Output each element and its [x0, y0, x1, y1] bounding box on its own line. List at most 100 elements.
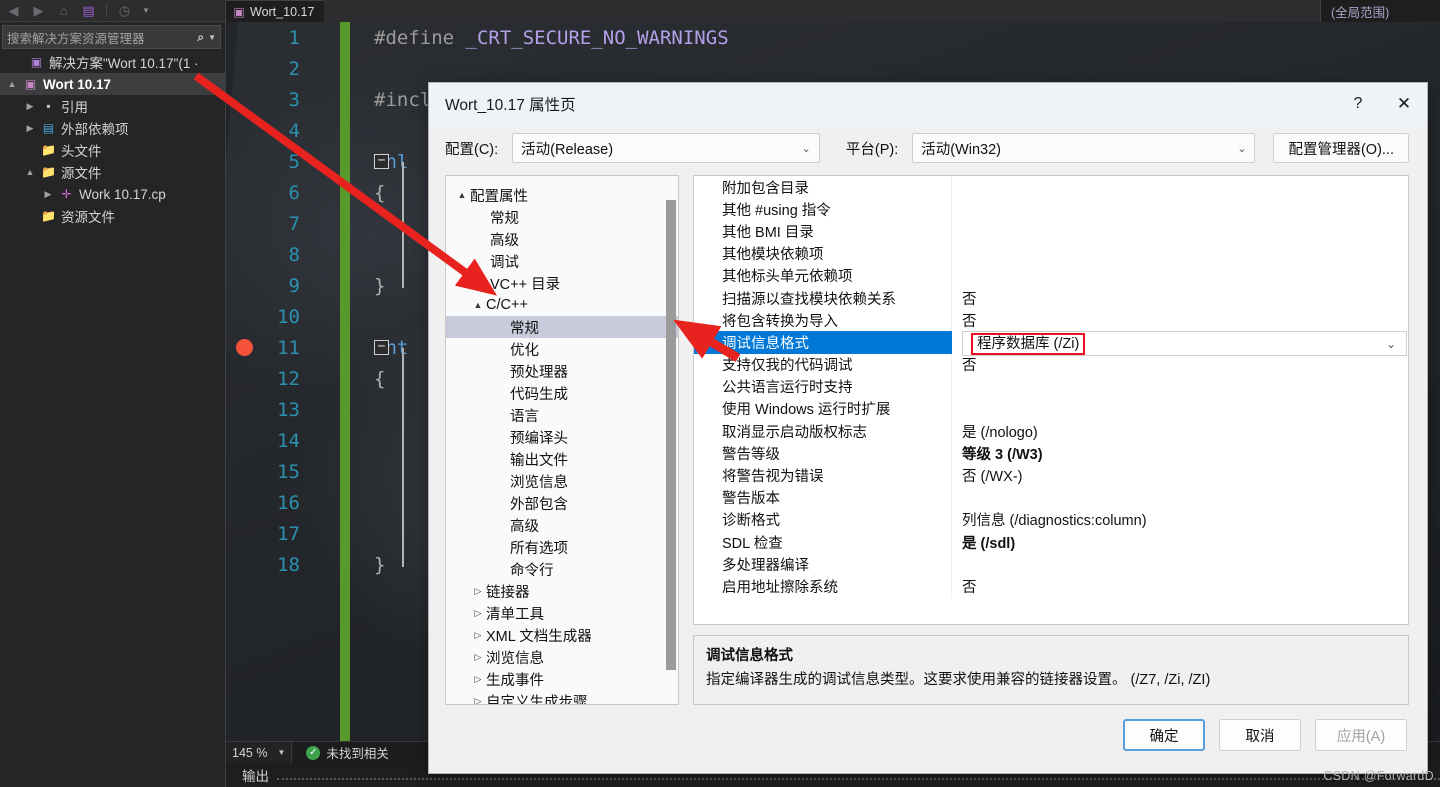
property-row[interactable]: 扫描源以查找模块依赖关系否: [694, 286, 1408, 310]
property-category-item[interactable]: 命令行: [446, 558, 678, 580]
property-row[interactable]: 公共语言运行时支持: [694, 375, 1408, 398]
property-category-item[interactable]: 高级: [446, 228, 678, 250]
property-category-item[interactable]: ▷ 浏览信息: [446, 646, 678, 668]
solution-tree-item[interactable]: ▶ ▤ 外部依赖项: [0, 117, 225, 139]
chevron-down-icon[interactable]: ▼: [142, 6, 150, 15]
zoom-level-dropdown[interactable]: 145 % ▼: [226, 741, 293, 764]
property-value[interactable]: 是 (/nologo): [952, 420, 1408, 442]
property-category-item[interactable]: 浏览信息: [446, 470, 678, 492]
property-category-item[interactable]: ▷ 清单工具: [446, 602, 678, 624]
help-button[interactable]: ?: [1335, 83, 1381, 125]
twisty-icon[interactable]: ▷: [470, 608, 486, 619]
property-value[interactable]: [952, 220, 1408, 242]
property-category-item[interactable]: ▷ 生成事件: [446, 668, 678, 690]
twisty-icon[interactable]: ▷: [470, 586, 486, 597]
property-row[interactable]: 其他 BMI 目录: [694, 220, 1408, 243]
platform-dropdown[interactable]: 活动(Win32) ⌄: [912, 133, 1256, 163]
property-value[interactable]: [952, 553, 1408, 575]
twisty-icon[interactable]: ▲: [454, 190, 470, 200]
property-category-item[interactable]: 优化: [446, 338, 678, 360]
home-icon[interactable]: ⌂: [56, 3, 71, 18]
property-row[interactable]: SDL 检查是 (/sdl): [694, 531, 1408, 554]
property-category-item[interactable]: 常规: [446, 206, 678, 228]
property-row[interactable]: 附加包含目录: [694, 176, 1408, 199]
property-row[interactable]: 取消显示启动版权标志是 (/nologo): [694, 420, 1408, 443]
property-row[interactable]: 将包含转换为导入否: [694, 309, 1408, 332]
property-row[interactable]: 支持仅我的代码调试否: [694, 353, 1408, 376]
property-value[interactable]: [952, 376, 1408, 398]
solution-tree-item[interactable]: ▲ ▣ Wort 10.17: [0, 73, 225, 95]
property-category-item[interactable]: 输出文件: [446, 448, 678, 470]
configuration-manager-button[interactable]: 配置管理器(O)...: [1273, 133, 1409, 163]
twisty-icon[interactable]: ▷: [470, 652, 486, 663]
property-category-item[interactable]: 调试: [446, 250, 678, 272]
twisty-icon[interactable]: ▶: [24, 101, 36, 112]
property-category-item[interactable]: ▷ 自定义生成步骤: [446, 690, 678, 705]
property-row[interactable]: 多处理器编译: [694, 553, 1408, 576]
history-icon[interactable]: ◷: [117, 3, 132, 18]
property-value[interactable]: [952, 198, 1408, 220]
property-value[interactable]: [952, 487, 1408, 509]
twisty-icon[interactable]: ▷: [470, 674, 486, 685]
close-button[interactable]: ✕: [1381, 83, 1427, 125]
solution-tree-item[interactable]: 📁 资源文件: [0, 205, 225, 227]
property-value[interactable]: 否 (/WX-): [952, 464, 1408, 486]
property-row[interactable]: 启用地址擦除系统否: [694, 575, 1408, 598]
property-value[interactable]: 否: [952, 575, 1408, 597]
scope-dropdown[interactable]: (全局范围): [1320, 0, 1440, 22]
property-row[interactable]: 警告版本: [694, 486, 1408, 509]
property-value-editor[interactable]: 程序数据库 (/Zi) ⌄: [962, 331, 1407, 357]
chevron-down-icon[interactable]: ▼: [208, 33, 216, 42]
fold-toggle-icon[interactable]: −: [374, 340, 389, 355]
twisty-icon[interactable]: ▲: [24, 167, 36, 177]
property-category-item[interactable]: ▲ C/C++: [446, 294, 678, 316]
solution-tree-item[interactable]: ▲ 📁 源文件: [0, 161, 225, 183]
twisty-icon[interactable]: ▲: [470, 300, 486, 310]
twisty-icon[interactable]: ▷: [470, 696, 486, 705]
code-line[interactable]: 1 #define _CRT_SECURE_NO_WARNINGS: [226, 22, 1440, 53]
property-row[interactable]: 警告等级 等级 3 (/W3): [694, 442, 1408, 465]
property-value[interactable]: 否: [952, 287, 1408, 309]
property-value[interactable]: [952, 398, 1408, 420]
property-category-item[interactable]: ▷ XML 文档生成器: [446, 624, 678, 646]
cancel-button[interactable]: 取消: [1219, 719, 1301, 751]
property-category-item[interactable]: 常规: [446, 316, 678, 338]
twisty-icon[interactable]: ▷: [470, 630, 486, 641]
back-icon[interactable]: ◀: [6, 3, 21, 18]
property-value[interactable]: [952, 265, 1408, 287]
ok-button[interactable]: 确定: [1123, 719, 1205, 751]
property-value[interactable]: 否: [952, 354, 1408, 376]
chevron-down-icon[interactable]: ⌄: [1386, 337, 1396, 351]
property-value[interactable]: 是 (/sdl): [952, 531, 1408, 553]
property-row[interactable]: 使用 Windows 运行时扩展: [694, 397, 1408, 421]
apply-button[interactable]: 应用(A): [1315, 719, 1407, 751]
fold-toggle-icon[interactable]: −: [374, 154, 389, 169]
property-value[interactable]: [952, 176, 1408, 198]
property-value[interactable]: 列信息 (/diagnostics:column): [952, 509, 1408, 531]
property-value[interactable]: 等级 3 (/W3): [952, 442, 1408, 464]
editor-tab[interactable]: ▣ Wort_10.17: [226, 0, 325, 22]
solution-tree-item[interactable]: ▶ ▪ 引用: [0, 95, 225, 117]
property-category-item[interactable]: 语言: [446, 404, 678, 426]
property-row[interactable]: 其他 #using 指令: [694, 198, 1408, 221]
property-category-item[interactable]: ▷ 链接器: [446, 580, 678, 602]
property-grid[interactable]: 附加包含目录 其他 #using 指令 其他 BMI 目录 其他模块依赖项 其他标头单元…: [693, 175, 1409, 625]
property-category-item[interactable]: 预编译头: [446, 426, 678, 448]
solution-tree[interactable]: ▣ 解决方案"Wort 10.17"(1 · ▲ ▣ Wort 10.17 ▶ ▪ 引用 ▶ ▤ 外…: [0, 51, 225, 227]
twisty-icon[interactable]: ▲: [6, 79, 18, 89]
property-row[interactable]: 其他标头单元依赖项: [694, 264, 1408, 287]
property-category-item[interactable]: 高级: [446, 514, 678, 536]
tree-scrollbar-thumb[interactable]: [666, 200, 676, 670]
property-category-item[interactable]: 预处理器: [446, 360, 678, 382]
solution-tree-item[interactable]: ▶ ✛ Work 10.17.cp: [0, 183, 225, 205]
solution-tree-item[interactable]: ▣ 解决方案"Wort 10.17"(1 ·: [0, 51, 225, 73]
property-category-item[interactable]: 外部包含: [446, 492, 678, 514]
forward-icon[interactable]: ▶: [31, 3, 46, 18]
property-category-item[interactable]: 所有选项: [446, 536, 678, 558]
solution-tree-item[interactable]: 📁 头文件: [0, 139, 225, 161]
twisty-icon[interactable]: ▶: [42, 189, 54, 200]
property-row[interactable]: 其他模块依赖项: [694, 242, 1408, 265]
vs-logo-icon[interactable]: ▤: [81, 3, 96, 18]
code-line[interactable]: 2: [226, 53, 1440, 84]
property-value[interactable]: 否: [952, 309, 1408, 331]
